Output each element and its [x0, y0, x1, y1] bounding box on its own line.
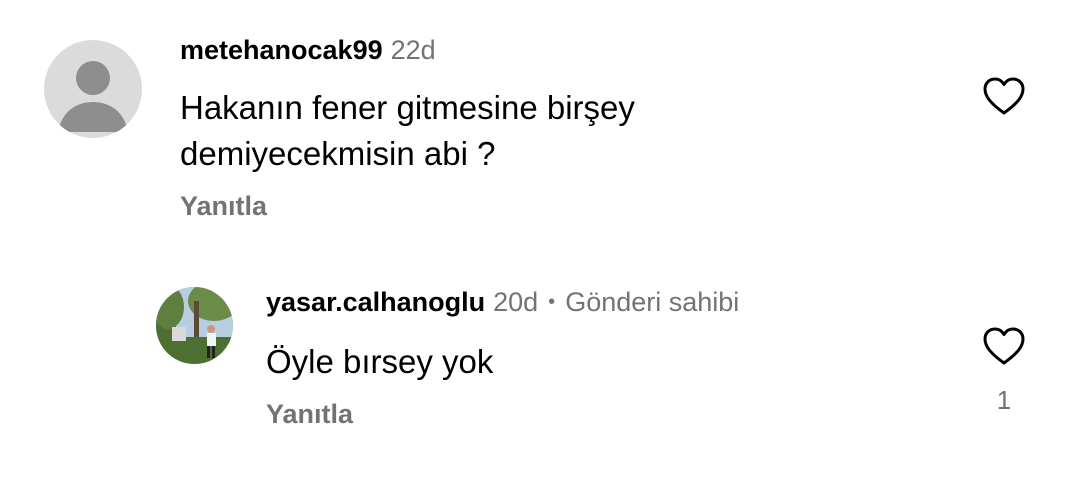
comment-header: metehanocak99 22d	[180, 34, 436, 66]
like-button[interactable]	[982, 76, 1026, 116]
comment-timestamp: 22d	[390, 35, 436, 65]
reply-button[interactable]: Yanıtla	[266, 398, 353, 430]
heart-outline-icon	[983, 327, 1025, 365]
comment-text: Hakanın fener gitmesine birşey demiyecek…	[180, 85, 635, 177]
comment-timestamp: 20d	[493, 287, 539, 317]
default-user-avatar-icon[interactable]	[44, 40, 142, 138]
user-silhouette-icon	[58, 61, 128, 132]
heart-outline-icon	[983, 77, 1025, 115]
like-button[interactable]	[982, 326, 1026, 366]
like-count: 1	[996, 385, 1012, 415]
comment-header: yasar.calhanoglu 20d • Gönderi sahibi	[266, 286, 739, 321]
comment-username[interactable]: yasar.calhanoglu	[266, 287, 485, 317]
comment-text-line: Hakanın fener gitmesine birşey	[180, 89, 635, 126]
reply-button[interactable]: Yanıtla	[180, 190, 267, 222]
comment-text-line: demiyecekmisin abi ?	[180, 135, 496, 172]
comment-username[interactable]: metehanocak99	[180, 35, 383, 65]
post-owner-badge: Gönderi sahibi	[565, 287, 740, 317]
comment-text: Öyle bırsey yok	[266, 339, 493, 385]
separator-dot: •	[548, 291, 556, 313]
user-photo-avatar[interactable]	[156, 287, 233, 364]
profile-photo-image	[156, 287, 233, 364]
comment-text-line: Öyle bırsey yok	[266, 343, 494, 380]
